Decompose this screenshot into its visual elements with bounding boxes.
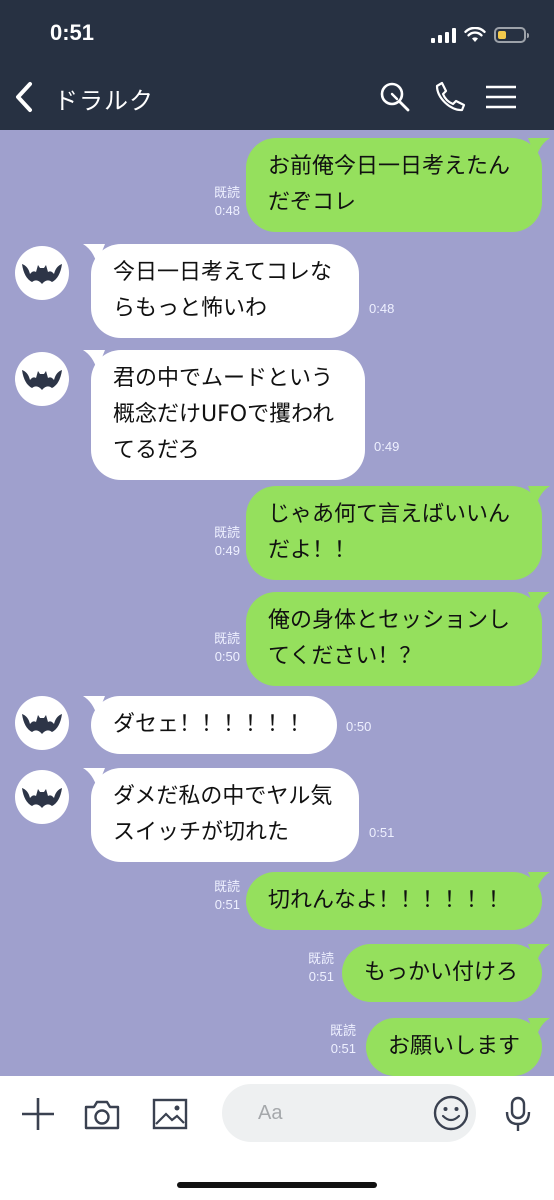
- message-input-box[interactable]: [222, 1084, 476, 1142]
- read-receipt: 既読 0:48: [213, 185, 240, 218]
- read-receipt: 既読 0:51: [307, 951, 334, 984]
- wifi-icon: [464, 27, 486, 42]
- search-icon[interactable]: [378, 80, 412, 114]
- read-receipt: 既読 0:49: [213, 525, 240, 558]
- home-indicator: [177, 1182, 377, 1188]
- emoji-icon[interactable]: [432, 1094, 470, 1132]
- message-bubble-in[interactable]: ダメだ私の中でヤル気 スイッチが切れた: [83, 768, 359, 862]
- bat-icon: [22, 264, 62, 284]
- read-receipt: 既読 0:51: [213, 879, 240, 912]
- input-bar: [0, 1076, 554, 1200]
- message-input[interactable]: [258, 1084, 418, 1142]
- read-receipt: 既読 0:51: [329, 1023, 356, 1056]
- phone-icon[interactable]: [433, 80, 467, 114]
- avatar[interactable]: [15, 246, 69, 300]
- menu-icon[interactable]: [484, 80, 518, 114]
- camera-icon[interactable]: [82, 1094, 122, 1134]
- read-receipt: 既読 0:50: [213, 631, 240, 664]
- message-list[interactable]: 既読 0:48 お前俺今日一日考えたん だぞコレ 今日一日考えてコレな らもっと怖いわ…: [0, 130, 554, 1076]
- chat-header: 0:51 ドラルク: [0, 0, 554, 130]
- bat-icon: [22, 714, 62, 734]
- status-icons: [431, 24, 529, 46]
- image-icon[interactable]: [150, 1094, 190, 1134]
- bat-icon: [22, 788, 62, 808]
- microphone-icon[interactable]: [498, 1094, 538, 1134]
- message-time: 0:51: [369, 825, 395, 840]
- avatar[interactable]: [15, 770, 69, 824]
- message-time: 0:50: [346, 719, 372, 734]
- chat-title[interactable]: ドラルク: [54, 81, 154, 116]
- avatar[interactable]: [15, 696, 69, 750]
- chevron-left-icon[interactable]: [10, 80, 40, 114]
- message-bubble-out[interactable]: 切れんなよ！！！！！！: [246, 872, 550, 930]
- message-bubble-out[interactable]: じゃあ何て言えばいいん だよ！！: [246, 486, 550, 580]
- bat-icon: [22, 370, 62, 390]
- status-time: 0:51: [50, 20, 95, 45]
- message-bubble-in[interactable]: 今日一日考えてコレな らもっと怖いわ: [83, 244, 359, 338]
- plus-icon[interactable]: [18, 1094, 58, 1134]
- battery-icon: [494, 27, 529, 43]
- message-bubble-out[interactable]: お前俺今日一日考えたん だぞコレ: [246, 138, 550, 232]
- message-time: 0:48: [369, 301, 395, 316]
- signal-icon: [431, 27, 456, 43]
- message-bubble-out[interactable]: もっかい付けろ: [342, 944, 550, 1002]
- message-bubble-out[interactable]: 俺の身体とセッションし てください！？: [246, 592, 550, 686]
- message-bubble-in[interactable]: ダセェ！！！！！！: [83, 696, 337, 754]
- message-time: 0:49: [374, 439, 400, 454]
- message-bubble-out[interactable]: お願いします: [366, 1018, 550, 1076]
- message-bubble-in[interactable]: 君の中でムードという 概念だけUFOで攫われ てるだろ: [83, 350, 365, 480]
- avatar[interactable]: [15, 352, 69, 406]
